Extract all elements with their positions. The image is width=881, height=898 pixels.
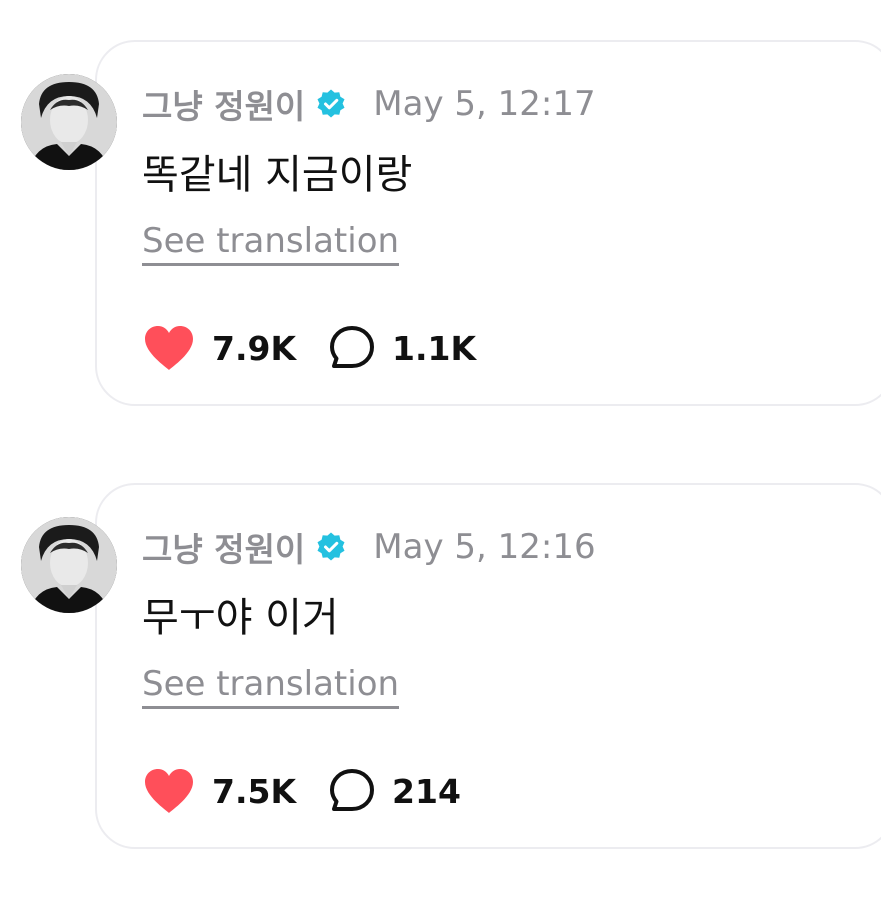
avatar-image [21,517,117,613]
see-translation-link[interactable]: See translation [142,664,400,709]
post-header: 그냥 정원이 May 5, 12:16 [142,523,596,571]
reply-count: 1.1K [392,328,477,368]
reply-button[interactable]: 214 [328,767,461,815]
like-count: 7.9K [212,328,297,368]
avatar-image [21,74,117,170]
verified-badge-icon [315,88,347,120]
heart-icon [145,769,193,813]
post-card: 그냥 정원이 May 5, 12:17 똑같네 지금이랑 See transla… [0,40,881,410]
timestamp: May 5, 12:16 [373,527,596,567]
see-translation-link[interactable]: See translation [142,221,400,266]
username[interactable]: 그냥 정원이 [142,80,305,128]
username[interactable]: 그냥 정원이 [142,523,305,571]
heart-icon [145,326,193,370]
post-header: 그냥 정원이 May 5, 12:17 [142,80,596,128]
post-message: 무ㅜ야 이거 [142,595,339,641]
timestamp: May 5, 12:17 [373,84,596,124]
post-actions: 7.5K 214 [142,765,461,817]
like-button[interactable]: 7.5K [142,767,296,815]
reply-button[interactable]: 1.1K [328,324,476,372]
speech-bubble-icon [330,326,375,368]
speech-bubble-icon [330,769,375,811]
like-button[interactable]: 7.9K [142,324,296,372]
avatar[interactable] [21,517,117,613]
post-message: 똑같네 지금이랑 [142,152,413,198]
post-actions: 7.9K 1.1K [142,322,476,374]
reply-count: 214 [392,771,461,811]
verified-badge-icon [315,531,347,563]
post-card: 그냥 정원이 May 5, 12:16 무ㅜ야 이거 See translati… [0,483,881,853]
avatar[interactable] [21,74,117,170]
like-count: 7.5K [212,771,297,811]
